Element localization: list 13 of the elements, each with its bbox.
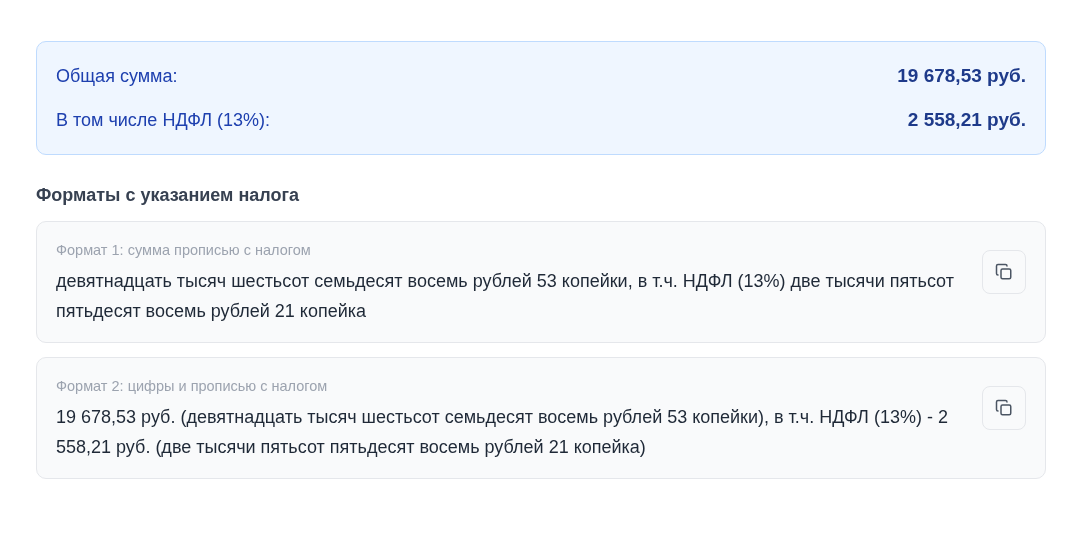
- copy-icon: [995, 263, 1013, 281]
- summary-value: 2 558,21 руб.: [907, 109, 1026, 131]
- summary-label: Общая сумма:: [56, 65, 178, 87]
- copy-button[interactable]: [982, 386, 1026, 430]
- format-label: Формат 2: цифры и прописью с налогом: [56, 378, 329, 394]
- format-text: девятнадцать тысяч шестьсот семьдесят восемь рублей 53 копейки, в т.ч. НДФЛ (13%) две тысячи пятьсот пятьдесят восемь рублей 21 копейка: [56, 270, 955, 323]
- section-title: Форматы с указанием налога: [36, 185, 300, 206]
- summary-value: 19 678,53 руб.: [897, 65, 1026, 87]
- format-label: Формат 1: сумма прописью с налогом: [56, 242, 312, 258]
- copy-button[interactable]: [982, 250, 1026, 294]
- copy-icon: [995, 399, 1013, 417]
- summary-label: В том числе НДФЛ (13%):: [56, 109, 271, 131]
- format-text: 19 678,53 руб. (девятнадцать тысяч шестьсот семьдесят восемь рублей 53 копейки), в т.ч. НДФЛ (13%) - 2 558,21 руб. (две тысячи пятьсот пятьдесят восемь рублей 21 копейка): [56, 406, 949, 459]
